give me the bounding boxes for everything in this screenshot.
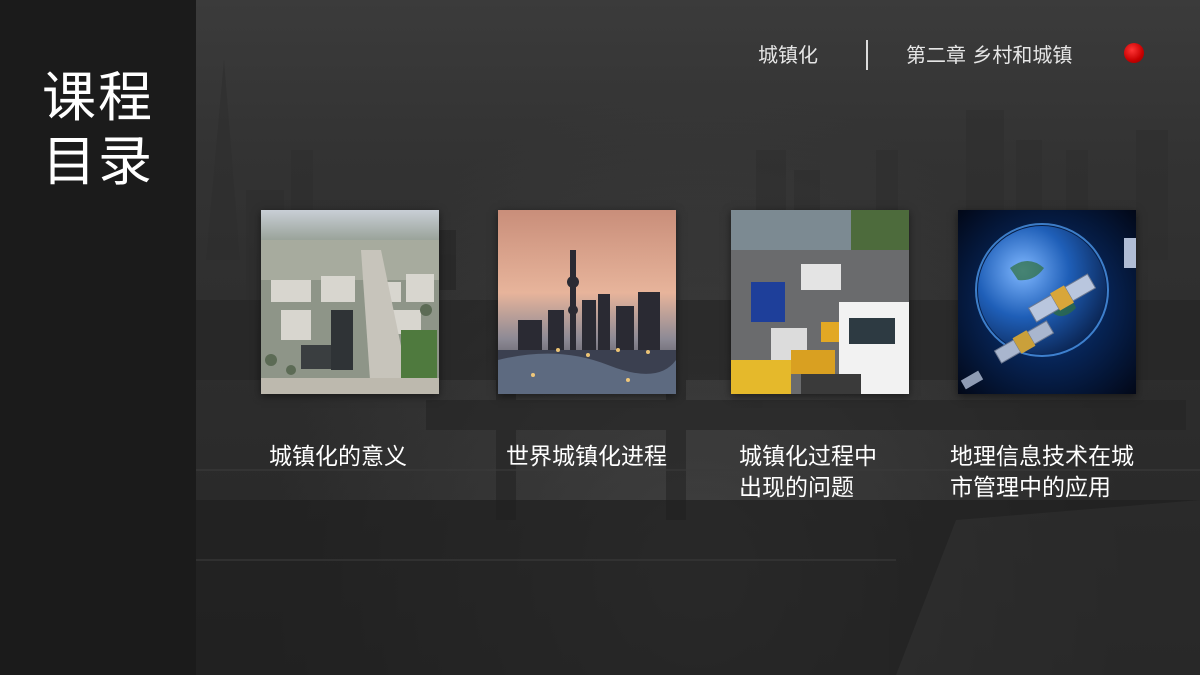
breadcrumb-chapter[interactable]: 第二章 乡村和城镇 [906,42,1072,68]
header-breadcrumb: 城镇化 第二章 乡村和城镇 [196,40,1200,70]
page-title-line2: 目录 [42,130,154,193]
aerial-city-image[interactable] [261,210,439,394]
course-card-4[interactable]: 地理信息技术在城 市管理中的应用 [950,210,1136,501]
page-title-line1: 课程 [42,66,154,129]
course-card-2[interactable]: 世界城镇化进程 [498,210,676,470]
traffic-jam-image[interactable] [731,210,909,394]
card-label: 地理信息技术在城 市管理中的应用 [950,444,1134,501]
course-card-1[interactable]: 城镇化的意义 [261,210,439,470]
satellite-earth-image[interactable] [958,210,1136,394]
card-label: 城镇化过程中 出现的问题 [739,444,877,501]
red-dot-icon [1124,43,1144,63]
page-title: 课程 目录 [42,66,172,194]
card-label: 世界城镇化进程 [506,444,667,470]
breadcrumb-divider [866,40,868,70]
course-card-3[interactable]: 城镇化过程中 出现的问题 [731,210,909,501]
breadcrumb-section[interactable]: 城镇化 [758,42,818,68]
skyline-dusk-image[interactable] [498,210,676,394]
card-label: 城镇化的意义 [269,444,407,470]
sidebar: 课程 目录 [0,0,196,675]
